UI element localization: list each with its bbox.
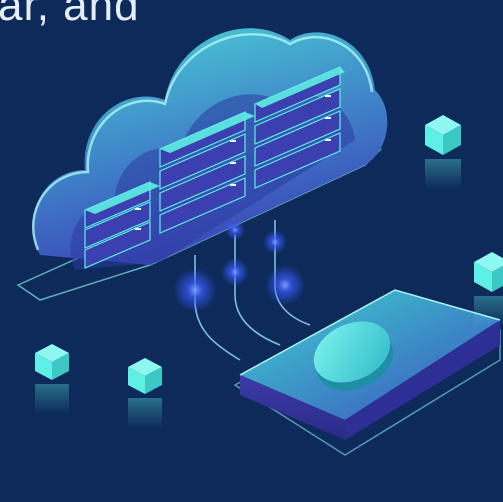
headline-text: ar, and: [0, 0, 140, 30]
cloud-server-icon: [32, 28, 388, 270]
illustration: ar, and: [0, 0, 503, 502]
